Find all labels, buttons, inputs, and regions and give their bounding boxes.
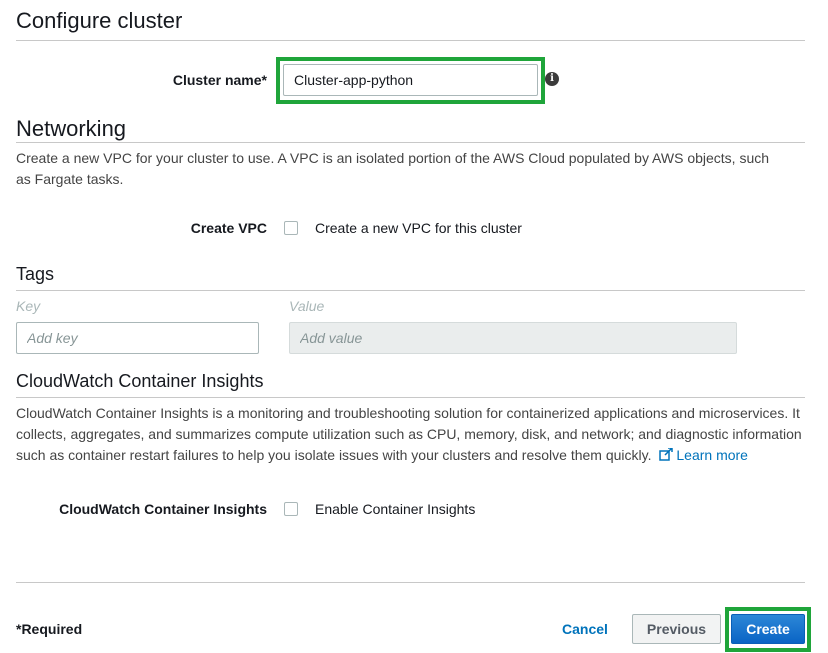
cluster-name-input[interactable] <box>283 64 538 96</box>
footer-divider <box>16 582 805 583</box>
create-vpc-label: Create VPC <box>190 220 267 236</box>
external-link-icon <box>659 447 674 461</box>
container-insights-checkbox-label[interactable]: Enable Container Insights <box>315 501 475 517</box>
create-vpc-checkbox[interactable] <box>284 221 298 235</box>
cancel-button[interactable]: Cancel <box>553 614 617 644</box>
tags-key-header: Key <box>16 298 41 314</box>
cloudwatch-title: CloudWatch Container Insights <box>16 371 264 391</box>
divider <box>16 40 805 41</box>
networking-title: Networking <box>16 116 127 141</box>
tags-title: Tags <box>16 264 55 284</box>
container-insights-checkbox[interactable] <box>284 502 298 516</box>
cluster-name-label: Cluster name* <box>172 72 267 88</box>
tags-value-header: Value <box>289 298 325 314</box>
cloudwatch-description: CloudWatch Container Insights is a monit… <box>16 403 808 466</box>
learn-more-label[interactable]: Learn more <box>676 447 748 463</box>
learn-more-link[interactable]: Learn more <box>655 447 748 463</box>
create-vpc-checkbox-label[interactable]: Create a new VPC for this cluster <box>315 220 522 236</box>
networking-description: Create a new VPC for your cluster to use… <box>16 150 770 187</box>
create-button[interactable]: Create <box>731 614 805 644</box>
divider <box>16 142 805 143</box>
previous-button[interactable]: Previous <box>632 614 721 644</box>
divider <box>16 290 805 291</box>
required-note: *Required <box>16 621 83 637</box>
configure-cluster-page: Configure cluster Cluster name* i Networ… <box>0 0 828 653</box>
info-icon[interactable]: i <box>545 72 559 86</box>
tag-value-input[interactable] <box>289 322 737 354</box>
tag-key-input[interactable] <box>16 322 259 354</box>
page-title: Configure cluster <box>16 8 183 33</box>
divider <box>16 397 805 398</box>
container-insights-label: CloudWatch Container Insights <box>59 501 267 517</box>
